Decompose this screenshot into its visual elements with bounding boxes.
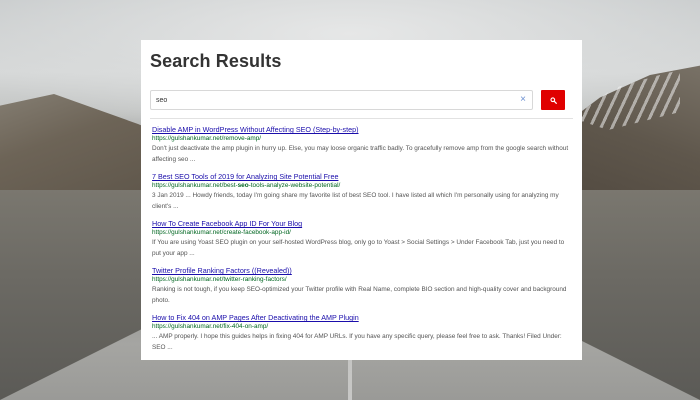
result-item: Twitter Profile Ranking Factors ((Reveal… [152, 266, 573, 306]
result-title-link[interactable]: 7 Best SEO Tools of 2019 for Analyzing S… [152, 172, 573, 181]
search-results-card: Search Results × Disable AMP in WordPres… [141, 40, 582, 360]
search-input[interactable] [151, 91, 532, 109]
page-title: Search Results [150, 51, 282, 71]
search-icon [549, 96, 557, 104]
result-title-link[interactable]: Twitter Profile Ranking Factors ((Reveal… [152, 266, 573, 275]
result-snippet: 3 Jan 2019 ... Howdy friends, today I'm … [152, 192, 559, 210]
result-url: https://gulshankumar.net/fix-404-on-amp/ [152, 323, 269, 330]
results-list: Disable AMP in WordPress Without Affecti… [150, 125, 573, 353]
result-item: How To Create Facebook App ID For Your B… [152, 219, 573, 259]
clear-icon[interactable]: × [520, 94, 526, 106]
search-box: × [150, 90, 533, 110]
result-title-link[interactable]: How to Fix 404 on AMP Pages After Deacti… [152, 313, 573, 322]
result-url: https://gulshankumar.net/remove-amp/ [152, 135, 262, 142]
result-url: https://gulshankumar.net/best-seo-tools-… [152, 182, 341, 189]
search-row: × [150, 90, 573, 110]
result-title-link[interactable]: Disable AMP in WordPress Without Affecti… [152, 125, 573, 134]
search-button[interactable] [541, 90, 565, 110]
result-item: 7 Best SEO Tools of 2019 for Analyzing S… [152, 172, 573, 212]
result-item: Disable AMP in WordPress Without Affecti… [152, 125, 573, 165]
result-snippet: Ranking is not tough, if you keep SEO-op… [152, 286, 567, 304]
result-url: https://gulshankumar.net/twitter-ranking… [152, 276, 287, 283]
result-item: How to Fix 404 on AMP Pages After Deacti… [152, 313, 573, 353]
result-snippet: Don't just deactivate the amp plugin in … [152, 145, 569, 163]
result-snippet: If You are using Yoast SEO plugin on you… [152, 239, 565, 257]
result-snippet: ... AMP properly. I hope this guides hel… [152, 333, 562, 351]
divider [150, 118, 573, 119]
result-title-link[interactable]: How To Create Facebook App ID For Your B… [152, 219, 573, 228]
result-url: https://gulshankumar.net/create-facebook… [152, 229, 291, 236]
